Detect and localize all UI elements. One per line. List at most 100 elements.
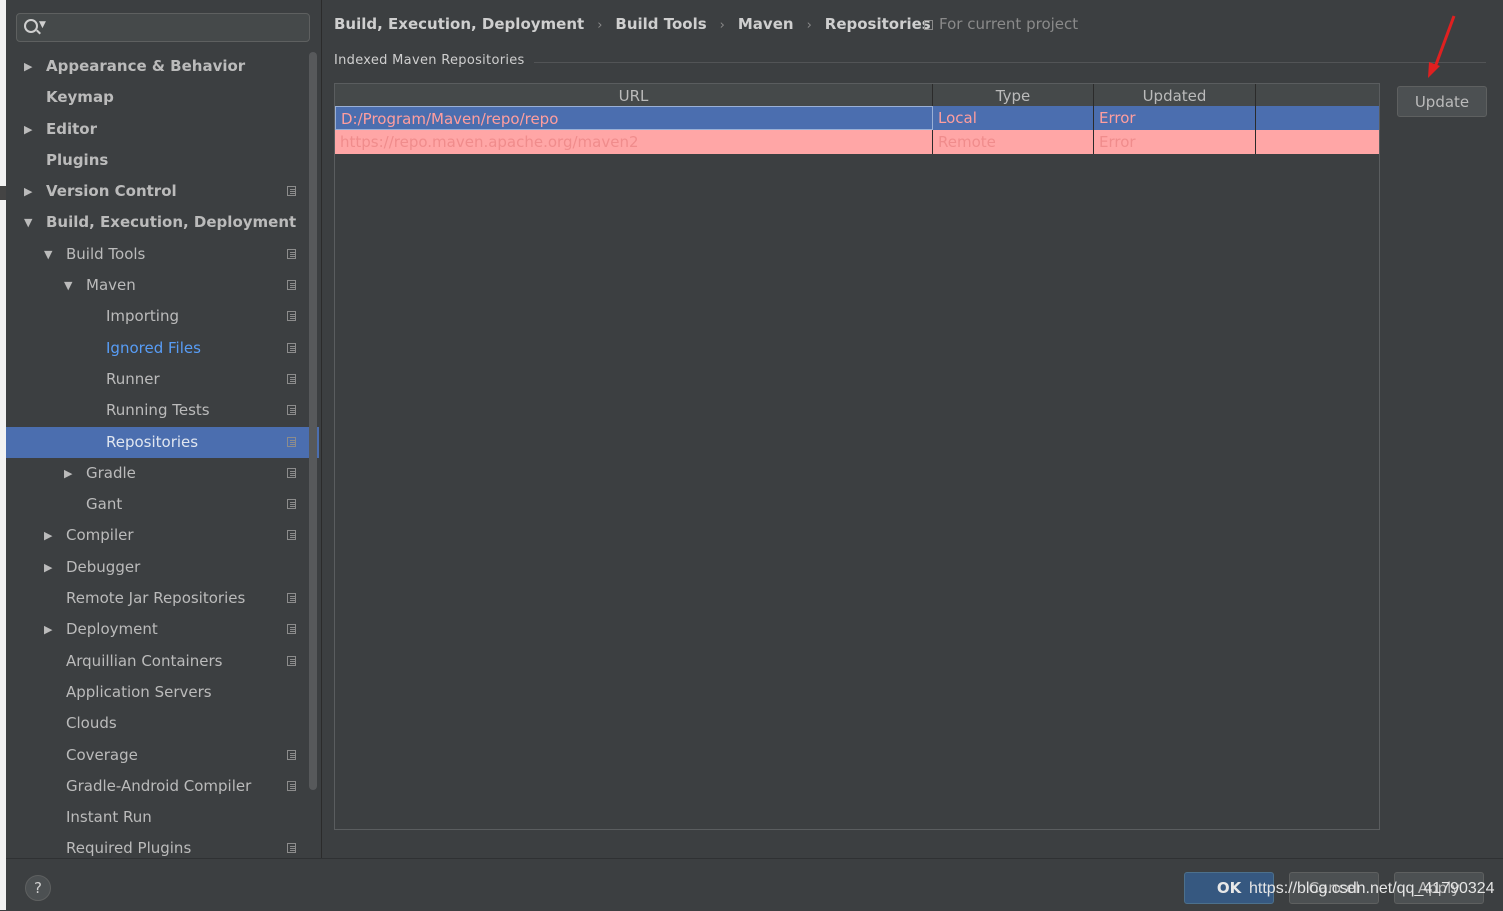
triangle-down-icon[interactable]: ▼ (64, 270, 72, 301)
table-row[interactable]: https://repo.maven.apache.org/maven2 Rem… (335, 130, 1379, 154)
sidebar-item[interactable]: Runner (6, 364, 306, 395)
type-cell[interactable]: Local (933, 106, 1094, 130)
sidebar-scrollbar[interactable] (309, 52, 317, 790)
sidebar-item-label: Build, Execution, Deployment (46, 213, 297, 232)
sidebar-item-label: Arquillian Containers (66, 651, 223, 670)
project-scope-icon (287, 373, 296, 384)
project-scope-icon (287, 624, 296, 635)
sidebar-item-label: Application Servers (66, 682, 212, 701)
sidebar-item[interactable]: Importing (6, 301, 306, 332)
sidebar-item[interactable]: Remote Jar Repositories (6, 583, 306, 614)
sidebar-item[interactable]: ▶ Editor (6, 114, 306, 145)
project-scope-icon (287, 530, 296, 541)
watermark: https://blog.csdn.net/qq_41790324 (1249, 880, 1495, 897)
red-arrow-icon (1428, 15, 1456, 78)
sidebar-item-label: Gant (86, 495, 123, 514)
breadcrumb-separator: › (719, 18, 725, 33)
search-input[interactable]: ▼ (16, 13, 310, 42)
section-title: Indexed Maven Repositories (334, 53, 525, 68)
sidebar-item[interactable]: Plugins (6, 145, 306, 176)
sidebar-item[interactable]: ▼ Maven (6, 270, 306, 301)
project-scope-icon (287, 655, 296, 666)
sidebar-item[interactable]: ▶ Appearance & Behavior (6, 51, 306, 82)
sidebar-item-label: Runner (106, 369, 160, 388)
triangle-right-icon[interactable]: ▶ (44, 520, 52, 551)
triangle-down-icon[interactable]: ▼ (44, 239, 52, 270)
extra-cell[interactable] (1256, 130, 1379, 154)
breadcrumb-separator: › (597, 18, 603, 33)
sidebar-item[interactable]: ▼ Build Tools (6, 239, 306, 270)
sidebar-item-label: Keymap (46, 88, 114, 107)
project-scope-icon (287, 280, 296, 291)
project-scope-icon (287, 311, 296, 322)
triangle-right-icon[interactable]: ▶ (64, 458, 72, 489)
column-header-updated[interactable]: Updated (1094, 84, 1256, 106)
sidebar-item[interactable]: ▶ Debugger (6, 552, 306, 583)
sidebar-item[interactable]: ▼ Build, Execution, Deployment (6, 207, 306, 238)
triangle-right-icon[interactable]: ▶ (24, 176, 32, 207)
sidebar-item[interactable]: ▶ Gradle (6, 458, 306, 489)
project-scope-icon (287, 248, 296, 259)
project-scope-icon (287, 593, 296, 604)
triangle-right-icon[interactable]: ▶ (24, 114, 32, 145)
sidebar-item[interactable]: Coverage (6, 740, 306, 771)
sidebar-item[interactable]: ▶ Version Control (6, 176, 306, 207)
project-scope-icon (287, 467, 296, 478)
type-cell[interactable]: Remote (933, 130, 1094, 154)
search-dropdown-icon[interactable]: ▼ (39, 20, 46, 30)
update-button[interactable]: Update (1397, 86, 1487, 117)
updated-cell[interactable]: Error (1094, 130, 1256, 154)
sidebar-item-label: Compiler (66, 526, 134, 545)
repositories-table: URL Type Updated D:/Program/Maven/repo/r… (334, 83, 1380, 830)
sidebar-item[interactable]: Running Tests (6, 395, 306, 426)
table-row[interactable]: D:/Program/Maven/repo/repo Local Error (335, 106, 1379, 130)
sidebar-item-label: Gradle-Android Compiler (66, 776, 252, 795)
sidebar-item-label: Remote Jar Repositories (66, 589, 246, 608)
url-cell[interactable]: https://repo.maven.apache.org/maven2 (335, 130, 933, 154)
sidebar-item-label: Editor (46, 119, 97, 138)
sidebar-item[interactable]: Application Servers (6, 677, 306, 708)
sidebar-item-label: Debugger (66, 557, 141, 576)
sidebar-item[interactable]: Instant Run (6, 802, 306, 833)
triangle-down-icon[interactable]: ▼ (24, 207, 32, 238)
sidebar-item-label: Deployment (66, 620, 158, 639)
breadcrumb-item: Repositories (824, 15, 931, 33)
extra-cell[interactable] (1256, 106, 1379, 130)
sidebar-item[interactable]: ▶ Compiler (6, 520, 306, 551)
project-scope-icon (287, 342, 296, 353)
scope-indicator: For current project (924, 12, 1078, 36)
section-divider (534, 62, 1486, 63)
sidebar-item-label: Importing (106, 307, 179, 326)
column-header-type[interactable]: Type (933, 84, 1094, 106)
sidebar-item[interactable]: Clouds (6, 708, 306, 739)
sidebar-item[interactable]: Gradle-Android Compiler (6, 771, 306, 802)
sidebar-item[interactable]: Gant (6, 489, 306, 520)
sidebar-item[interactable]: Repositories (6, 426, 319, 458)
help-button[interactable]: ? (25, 875, 51, 901)
url-cell[interactable]: D:/Program/Maven/repo/repo (335, 106, 933, 130)
sidebar-item[interactable]: Keymap (6, 82, 306, 113)
sidebar-item-label: Running Tests (106, 401, 210, 420)
project-scope-icon (287, 436, 296, 447)
updated-cell[interactable]: Error (1094, 106, 1256, 130)
sidebar-item[interactable]: Ignored Files (6, 333, 306, 364)
sidebar-item[interactable]: ▶ Deployment (6, 614, 306, 645)
project-scope-icon (287, 405, 296, 416)
breadcrumb-item: Build Tools (615, 15, 707, 33)
project-scope-icon (287, 499, 296, 510)
triangle-right-icon[interactable]: ▶ (44, 552, 52, 583)
sidebar-item-label: Appearance & Behavior (46, 57, 246, 75)
sidebar-item-label: Plugins (46, 150, 109, 169)
search-icon (24, 19, 38, 33)
project-scope-icon (287, 843, 296, 854)
triangle-right-icon[interactable]: ▶ (44, 614, 52, 645)
breadcrumb-item: Build, Execution, Deployment (334, 15, 585, 33)
column-header-url[interactable]: URL (335, 84, 933, 106)
settings-sidebar: ▼ ▶ Appearance & Behavior Keymap ▶ Editor Plu… (6, 0, 322, 858)
sidebar-item[interactable]: Arquillian Containers (6, 646, 306, 677)
sidebar-item-label: Coverage (66, 745, 138, 764)
triangle-right-icon[interactable]: ▶ (24, 51, 32, 82)
breadcrumb-separator: › (806, 18, 812, 33)
project-scope-icon (287, 186, 296, 197)
breadcrumb: Build, Execution, Deployment › Build Tools… (334, 12, 931, 36)
